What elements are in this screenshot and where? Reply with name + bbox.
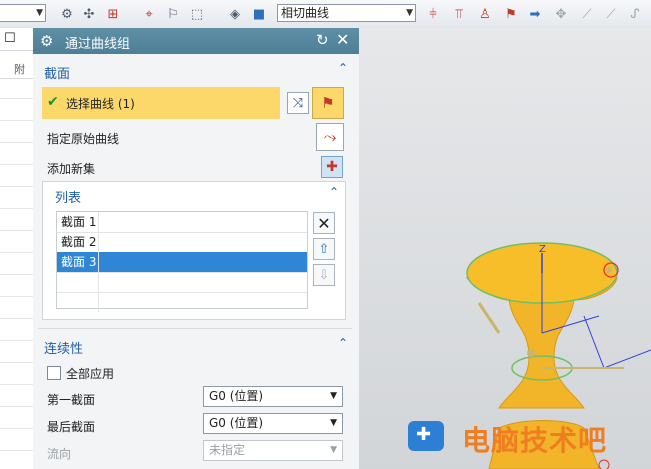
arrow-right-icon[interactable]: ➡ [526,5,544,23]
curve-rule-select[interactable]: 相切曲线 ▼ [277,4,416,22]
last-section-select[interactable]: G0 (位置) ▼ [203,413,343,434]
list-header-label: 列表 [55,191,82,206]
select-curve-row[interactable]: ✔ 选择曲线 (1) [42,87,280,119]
point-marker [606,267,612,273]
first-section-label: 第一截面 [47,393,96,407]
curve-rule-value: 相切曲线 [281,6,330,20]
scatter-icon[interactable]: ✥ [552,5,570,23]
reverse-icon: ⤨ [292,95,304,111]
add-new-set-button[interactable]: ✚ [321,156,343,178]
move-down-button[interactable]: ⇩ [313,264,335,286]
measure-icon[interactable]: ♙ [476,5,494,23]
move-down-icon: ⇩ [318,267,330,283]
list-item[interactable]: 截面 1 [57,212,307,233]
top-toolbar: ▼ ⚙ ✣ ⊞ ⌖ ⚐ ⬚ ◈ ■ 相切曲线 ▼ ⫩ ⫪ ♙ ⚑ ➡ ✥ ⟋ ⟋… [0,0,651,29]
solid-icon[interactable]: ◈ [226,5,244,23]
origin-curve-icon: ⤳ [323,127,337,146]
dialog-titlebar: ⚙ 通过曲线组 ↻ ✕ [33,28,359,54]
view-cube-icon[interactable]: ■ [250,5,268,23]
remove-button[interactable]: ✕ [313,212,335,234]
continuity-collapse-icon[interactable]: ⌃ [338,336,348,350]
flow-select[interactable]: 未指定 ▼ [203,440,343,461]
close-icon[interactable]: ✕ [336,30,349,49]
remove-icon: ✕ [317,213,331,233]
parallel-icon[interactable]: ⫪ [450,5,468,23]
line-icon[interactable]: ⟋ [578,5,596,23]
flow-value: 未指定 [209,443,246,457]
arrow-icon[interactable]: ⚑ [502,5,520,23]
first-section-select[interactable]: G0 (位置) ▼ [203,386,343,407]
list-item-label: 截面 2 [57,232,99,252]
model-canvas: Z [465,242,651,469]
section-header[interactable]: 截面 ⌃ [38,58,352,82]
spline-icon[interactable]: ᔑ [626,5,644,23]
point-icon[interactable]: ✣ [80,5,98,23]
snap-icon[interactable]: ⚙ [58,5,76,23]
navigator-strip: ☐ 附 [0,28,34,469]
first-section-value: G0 (位置) [209,389,264,403]
apply-all-label: 全部应用 [66,367,115,381]
add-set-icon: ✚ [326,159,338,175]
list-item-empty [57,272,307,293]
filter-icon[interactable]: ⚐ [164,5,182,23]
point-marker [527,349,535,357]
continuity-header-label: 连续性 [44,342,84,357]
list-item-label: 截面 1 [57,212,99,232]
flow-label: 流向 [47,447,72,461]
collapse-icon[interactable]: ☐ [4,31,16,46]
specify-origin-button[interactable]: ⤳ [316,123,344,151]
list-item[interactable]: 截面 2 [57,232,307,253]
section-list: 截面 1 截面 2 截面 3 [56,211,308,312]
through-curve-mesh-dialog: ⚙ 通过曲线组 ↻ ✕ 截面 ⌃ ✔ 选择曲线 (1) ⤨ ⚑ 指定原始曲线 ⤳… [33,28,360,469]
graphics-viewport[interactable]: Z [359,28,651,469]
reverse-direction-button[interactable]: ⤨ [287,92,309,114]
list-item-selected[interactable]: 截面 3 [57,252,307,273]
watermark-text: 电脑技术吧 [462,424,608,457]
last-section-label: 最后截面 [47,420,96,434]
intersection-icon[interactable]: ⌖ [140,5,158,23]
curve-icon[interactable]: ⟋ [602,5,620,23]
section-header-label: 截面 [44,67,71,82]
point-handle[interactable] [598,459,610,469]
direction-arrow[interactable] [477,302,501,334]
navigator-header: ☐ [0,28,33,51]
select-box-icon[interactable]: ⊞ [104,5,122,23]
z-axis-label: Z [539,244,546,255]
dialog-title: 通过曲线组 [65,37,131,52]
apply-all-checkbox[interactable] [47,366,61,380]
curve-select-button[interactable]: ⚑ [312,87,344,119]
specify-origin-label: 指定原始曲线 [47,132,120,146]
watermark: ✚ 电脑技术吧 [408,417,648,457]
curve-select-icon: ⚑ [321,94,335,112]
reset-icon[interactable]: ↻ [316,31,329,49]
add-new-set-label: 添加新集 [47,162,96,176]
tangent-icon[interactable]: ⫩ [424,5,442,23]
collapse-icon[interactable]: ⌃ [338,61,348,75]
move-up-icon: ⇧ [318,241,330,257]
csys-box [583,315,651,369]
move-up-button[interactable]: ⇧ [313,238,335,260]
continuity-header[interactable]: 连续性 ⌃ [38,333,352,357]
gear-icon[interactable]: ⚙ [40,32,53,50]
list-header[interactable]: 列表 ⌃ [43,182,343,206]
list-item-empty [57,292,307,312]
list-item-label: 截面 3 [57,252,99,272]
left-combo[interactable]: ▼ [0,4,46,22]
select-curve-label: 选择曲线 (1) [66,97,135,111]
last-section-value: G0 (位置) [209,416,264,430]
column-header: 附 [14,63,25,76]
list-collapse-icon[interactable]: ⌃ [329,185,339,199]
rect-select-icon[interactable]: ⬚ [188,5,206,23]
check-icon: ✔ [47,94,59,110]
